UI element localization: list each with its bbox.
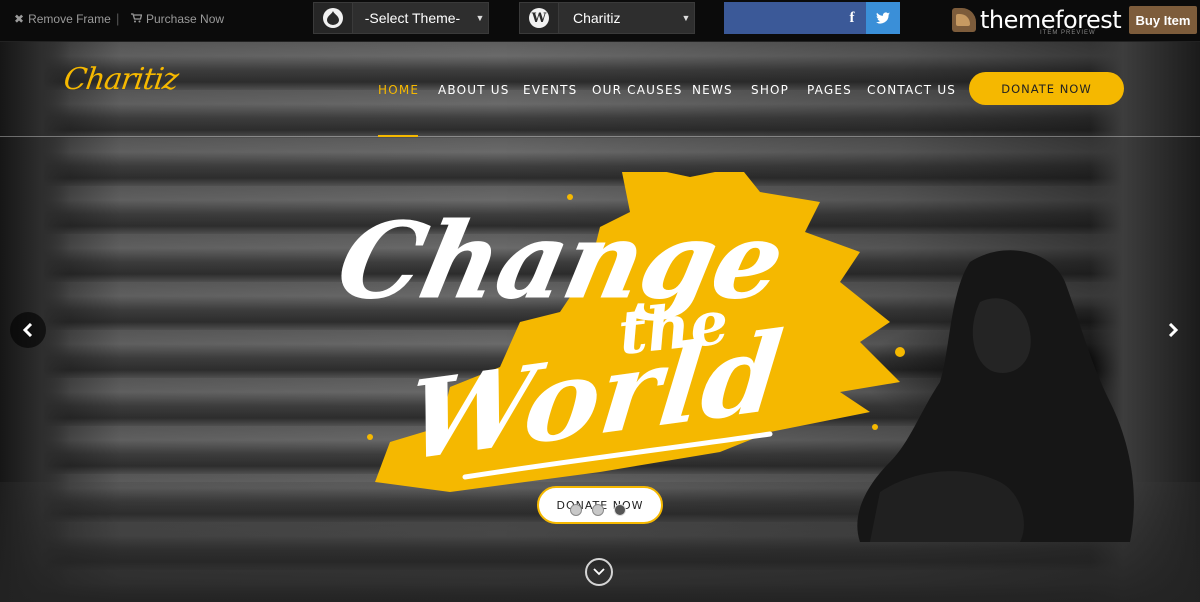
slider-dot-3[interactable] — [614, 504, 626, 516]
purchase-now-link[interactable]: Purchase Now — [131, 12, 224, 26]
cart-icon — [131, 12, 143, 26]
theme-select[interactable]: -Select Theme- ▼ — [313, 2, 489, 34]
nav-item-about-us[interactable]: ABOUT US — [438, 83, 510, 97]
site-select[interactable]: W Charitiz ▼ — [519, 2, 695, 34]
nav-item-home[interactable]: HOME — [378, 83, 419, 97]
item-preview-label: ITEM PREVIEW — [1040, 30, 1096, 36]
slide-headline: Change the World — [328, 172, 905, 492]
slider-dot-1[interactable] — [570, 504, 582, 516]
remove-frame-link[interactable]: ✖ Remove Frame — [14, 12, 111, 26]
header-divider — [0, 136, 1200, 137]
slider-dot-2[interactable] — [592, 504, 604, 516]
slider-prev-button[interactable] — [10, 312, 46, 348]
nav-item-shop[interactable]: SHOP — [751, 83, 789, 97]
buy-item-button[interactable]: Buy Item — [1129, 6, 1197, 34]
purchase-now-label: Purchase Now — [146, 12, 225, 26]
remove-frame-label: Remove Frame — [28, 12, 111, 26]
facebook-icon[interactable]: f — [838, 2, 866, 34]
caret-down-icon: ▼ — [681, 13, 691, 23]
caret-down-icon: ▼ — [475, 13, 485, 23]
theme-select-value: -Select Theme- — [364, 10, 461, 26]
site-select-value: Charitiz — [573, 10, 621, 26]
themeforest-leaf-icon — [952, 8, 976, 32]
close-icon: ✖ — [14, 12, 25, 26]
slider-next-button[interactable] — [1155, 312, 1191, 348]
scroll-down-button[interactable] — [585, 558, 613, 586]
nav-item-our-causes[interactable]: OUR CAUSES — [592, 83, 683, 97]
active-nav-indicator — [378, 135, 418, 137]
slider-pagination — [570, 504, 626, 516]
separator: | — [116, 11, 120, 26]
nav-item-news[interactable]: NEWS — [692, 83, 733, 97]
nav-item-events[interactable]: EVENTS — [523, 83, 578, 97]
preview-frame-bar: ✖ Remove Frame | Purchase Now -Select Th… — [0, 0, 1200, 42]
chevron-right-icon — [1168, 323, 1179, 337]
drupal-icon — [314, 3, 353, 33]
nav-item-pages[interactable]: PAGES — [807, 83, 852, 97]
wordpress-icon: W — [520, 3, 559, 33]
themeforest-logo[interactable]: themeforest ITEM PREVIEW — [952, 3, 1124, 37]
twitter-icon[interactable] — [866, 2, 900, 34]
social-share: f — [724, 2, 900, 34]
chevron-down-icon — [593, 568, 605, 576]
donate-now-button[interactable]: DONATE NOW — [969, 72, 1124, 105]
site-logo[interactable]: Charitiz — [62, 62, 180, 97]
nav-item-contact-us[interactable]: CONTACT US — [867, 83, 956, 97]
chevron-left-icon — [22, 323, 33, 337]
hero-slider: Charitiz HOME ABOUT US EVENTS OUR CAUSES… — [0, 42, 1200, 602]
